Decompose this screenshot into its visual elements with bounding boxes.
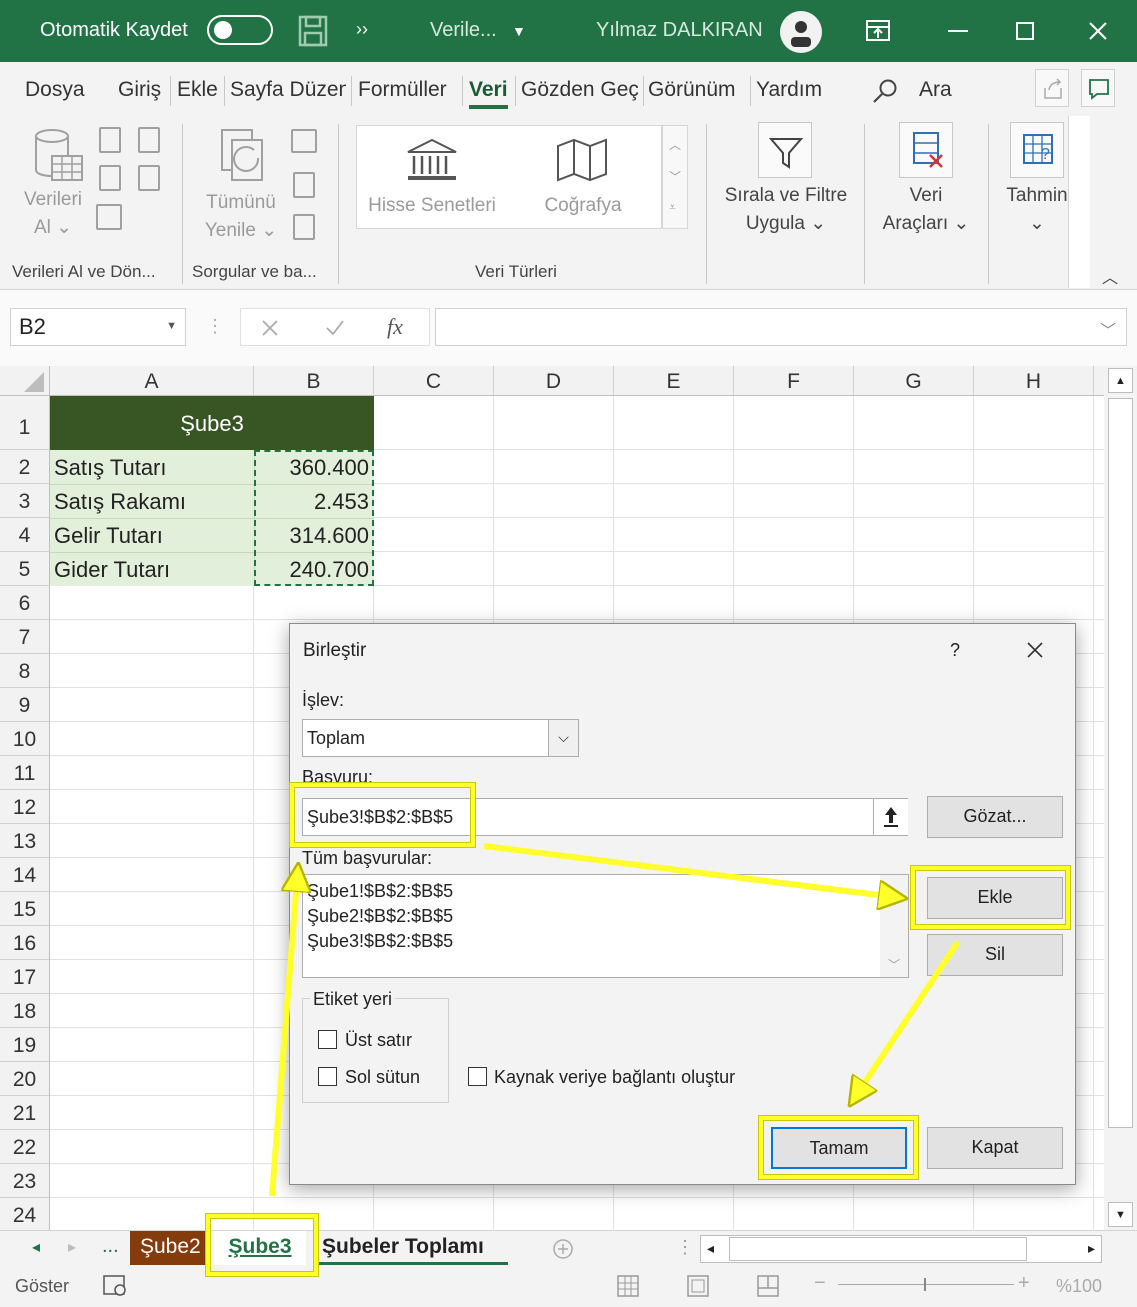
annotation-arrows bbox=[269, 843, 961, 1197]
